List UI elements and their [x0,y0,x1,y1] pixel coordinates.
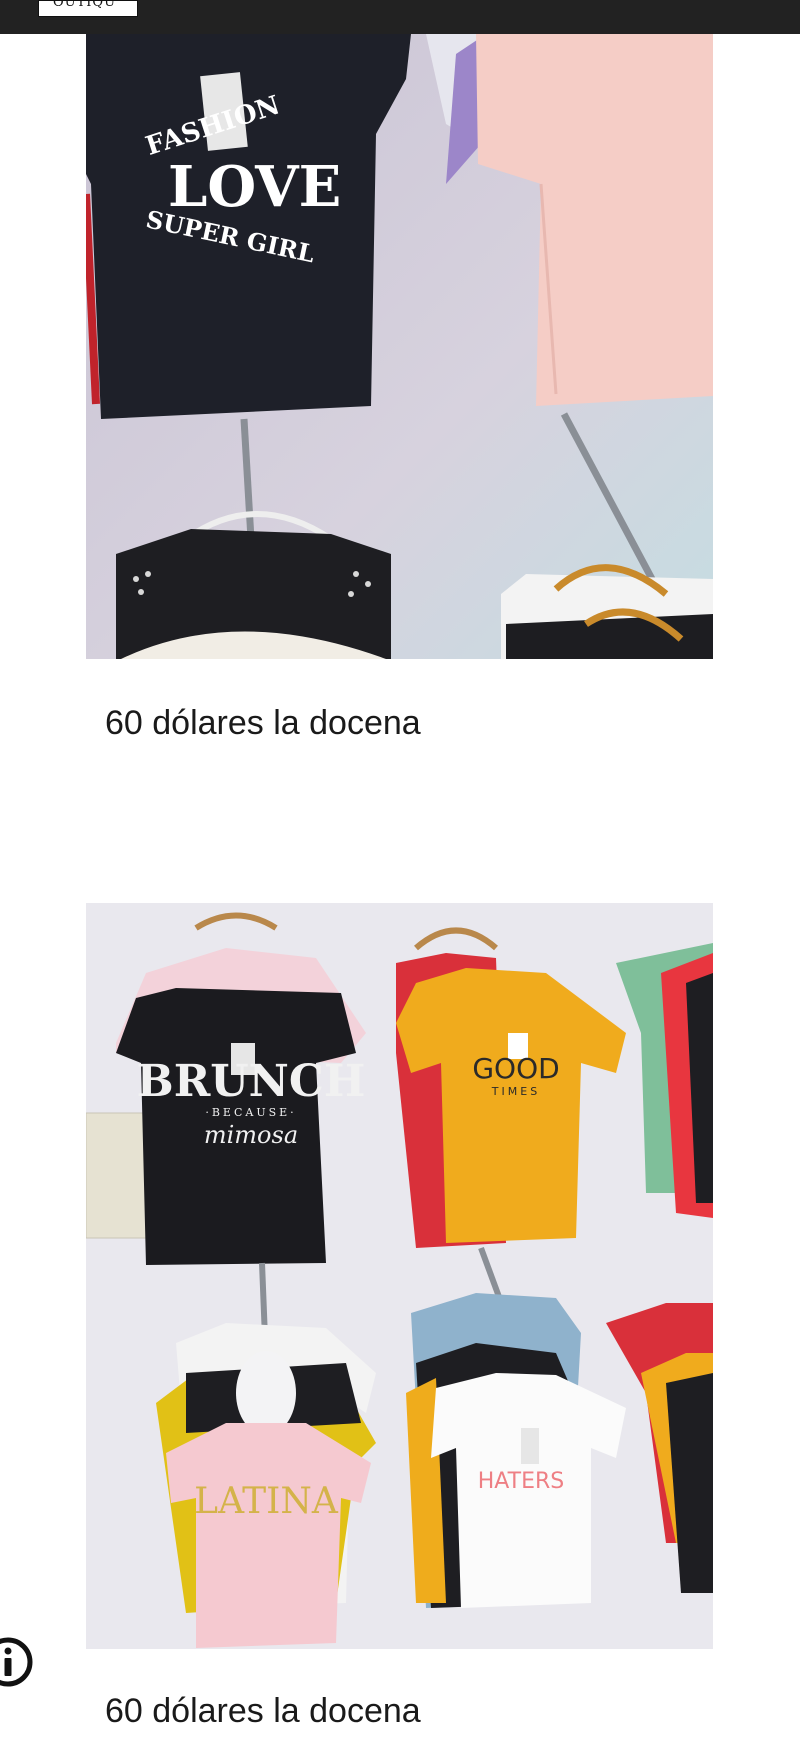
shirt-print-times: TIMES [491,1085,540,1098]
shirt-print-good: GOOD [472,1052,559,1085]
shirt-print-latina: LATINA [194,1481,339,1522]
product-image-2[interactable]: BRUNCH ·BECAUSE· mimosa GOOD TIMES LATIN… [86,903,713,1649]
product-image-1[interactable]: FASHION LOVE SUPER GIRL [86,34,713,659]
shirt-print-brunch: BRUNCH [137,1056,366,1107]
shirt-print-because: ·BECAUSE· [205,1106,296,1119]
shirt-print-haters: HATERS [478,1469,564,1494]
product-price-caption-1: 60 dólares la docena [105,704,421,742]
header-bar: OUTIQU [0,0,800,34]
product-price-caption-2: 60 dólares la docena [105,1692,421,1730]
store-logo[interactable]: OUTIQU [38,0,138,17]
shirt-print-love: LOVE [168,154,341,220]
store-logo-text: OUTIQU [53,0,117,10]
product-page: OUTIQU FASHION LOVE SUPER GIRL 60 dólare… [0,0,800,1755]
info-icon[interactable] [0,1636,34,1688]
shirt-print-mimosa: mimosa [204,1121,298,1149]
